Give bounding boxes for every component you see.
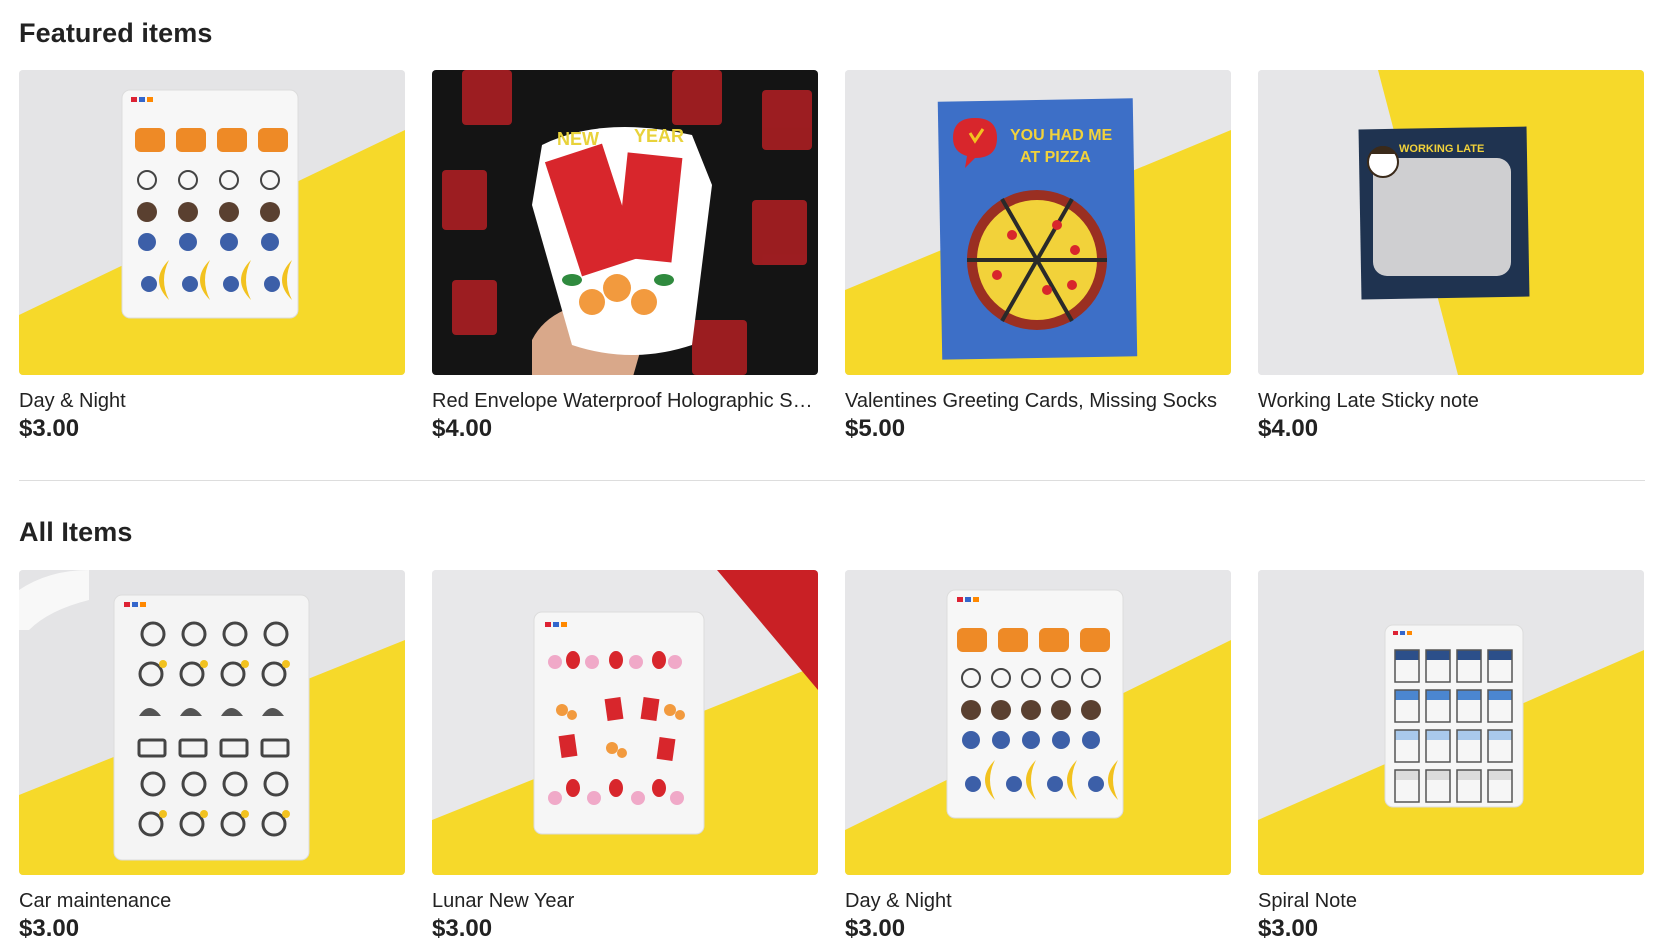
svg-text:NEW: NEW bbox=[557, 129, 599, 149]
working-late-sticky-note-icon: WORKING LATE bbox=[1258, 70, 1644, 375]
listing-price: $4.00 bbox=[1258, 415, 1319, 442]
listing-image[interactable]: NEW YEAR bbox=[432, 70, 818, 375]
listing-title[interactable]: Red Envelope Waterproof Holographic Stic… bbox=[432, 389, 818, 413]
listing-title[interactable]: Working Late Sticky note bbox=[1258, 389, 1644, 413]
red-envelope-sticker-icon: NEW YEAR bbox=[432, 70, 818, 375]
listing-card[interactable]: Lunar New Year $3.00 bbox=[432, 570, 818, 943]
listing-title[interactable]: Spiral Note bbox=[1258, 889, 1644, 913]
all-items-grid: Car maintenance $3.00 Lunar New Year $3.… bbox=[19, 570, 1645, 950]
listing-image[interactable] bbox=[432, 570, 818, 875]
listing-image[interactable] bbox=[845, 570, 1231, 875]
listing-title[interactable]: Lunar New Year bbox=[432, 889, 818, 913]
svg-text:YEAR: YEAR bbox=[634, 126, 684, 146]
listing-title[interactable]: Car maintenance bbox=[19, 889, 405, 913]
listing-card[interactable]: Spiral Note $3.00 bbox=[1258, 570, 1644, 943]
section-title: Featured items bbox=[19, 18, 213, 48]
listing-price: $3.00 bbox=[432, 915, 493, 942]
listing-price: $4.00 bbox=[432, 415, 493, 442]
listing-price: $3.00 bbox=[19, 415, 80, 442]
pizza-greeting-card-icon: YOU HAD ME AT PIZZA bbox=[845, 70, 1231, 375]
listing-image[interactable] bbox=[1258, 570, 1644, 875]
listing-card[interactable]: NEW YEAR Red Envelope Waterproof Hologra… bbox=[432, 70, 818, 443]
listing-image[interactable]: YOU HAD ME AT PIZZA bbox=[845, 70, 1231, 375]
day-night-sticker-sheet-icon bbox=[19, 70, 405, 375]
car-maintenance-sticker-sheet-icon bbox=[19, 570, 405, 875]
spiral-note-sticker-sheet-icon bbox=[1258, 570, 1644, 875]
listing-price: $3.00 bbox=[1258, 915, 1319, 942]
day-night-sticker-sheet-icon bbox=[845, 570, 1231, 875]
section-title: All Items bbox=[19, 517, 133, 547]
listing-image[interactable] bbox=[19, 70, 405, 375]
listing-image[interactable] bbox=[19, 570, 405, 875]
featured-grid: Day & Night $3.00 NEW YEAR Red Envelope … bbox=[19, 70, 1645, 450]
listing-card[interactable]: Day & Night $3.00 bbox=[845, 570, 1231, 943]
listing-title[interactable]: Day & Night bbox=[845, 889, 1231, 913]
featured-items-section: Featured items Day & Night $3.00 NEW YEA… bbox=[19, 18, 1645, 442]
listing-price: $3.00 bbox=[845, 915, 906, 942]
listing-price: $5.00 bbox=[845, 415, 906, 442]
listing-card[interactable]: WORKING LATE Working Late Sticky note $4… bbox=[1258, 70, 1644, 443]
listing-title[interactable]: Valentines Greeting Cards, Missing Socks bbox=[845, 389, 1231, 413]
section-divider bbox=[19, 480, 1645, 481]
listing-price: $3.00 bbox=[19, 915, 80, 942]
lunar-new-year-sticker-sheet-icon bbox=[432, 570, 818, 875]
listing-image[interactable]: WORKING LATE bbox=[1258, 70, 1644, 375]
listing-title[interactable]: Day & Night bbox=[19, 389, 405, 413]
listing-card[interactable]: YOU HAD ME AT PIZZA Valentines Greeting C… bbox=[845, 70, 1231, 443]
all-items-section: All Items Car maintenance $3.00 Lunar Ne… bbox=[19, 517, 1645, 942]
note-text: WORKING LATE bbox=[1399, 143, 1484, 155]
listing-card[interactable]: Day & Night $3.00 bbox=[19, 70, 405, 443]
listing-card[interactable]: Car maintenance $3.00 bbox=[19, 570, 405, 943]
